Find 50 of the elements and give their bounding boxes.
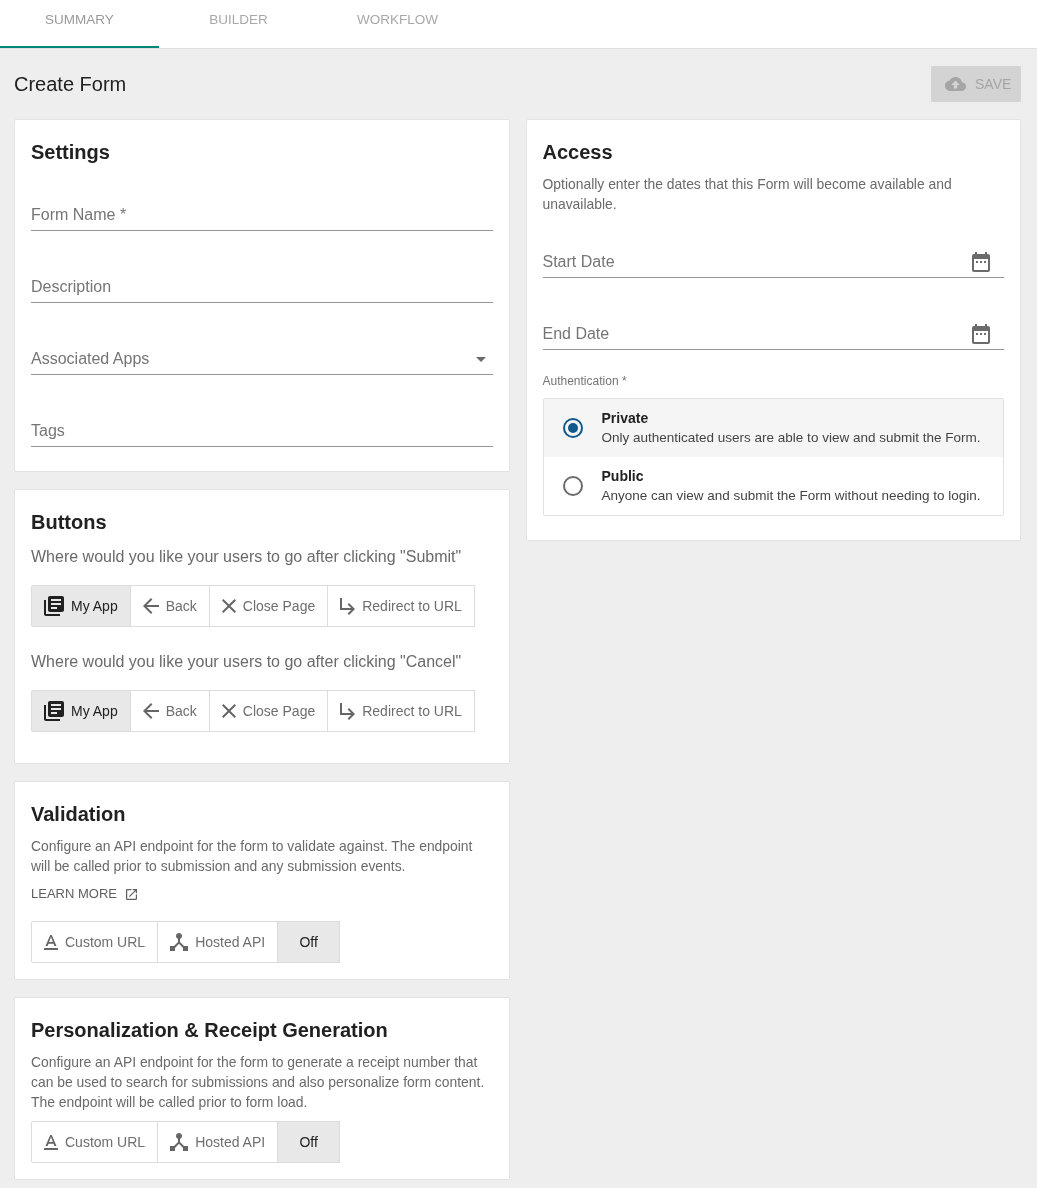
section-description: Optionally enter the dates that this Form will become available and unavailable. xyxy=(542,175,953,214)
prompt-text: Where would you like your users to go after clicking "Submit" xyxy=(31,547,463,567)
section-title: Settings xyxy=(31,140,111,165)
dropdown-caret-icon xyxy=(475,356,486,362)
field-label: Authentication * xyxy=(542,373,628,389)
toggle-button[interactable]: My App xyxy=(31,690,131,732)
text-format-icon xyxy=(44,1134,58,1150)
toggle-button[interactable]: Close Page xyxy=(209,585,329,627)
tab[interactable]: SUMMARY xyxy=(0,0,159,48)
text-field[interactable]: Description xyxy=(31,271,493,303)
toggle-button[interactable]: Back xyxy=(130,585,210,627)
library-books-icon xyxy=(44,596,64,616)
hub-icon xyxy=(170,933,189,951)
text-field[interactable]: Tags xyxy=(31,415,493,447)
corner-arrow-icon xyxy=(340,702,356,720)
text-field[interactable]: Form Name * xyxy=(31,199,493,231)
library-books-icon xyxy=(44,701,64,721)
learn-more-link[interactable]: LEARN MORE xyxy=(31,884,137,904)
toggle-button[interactable]: Off xyxy=(278,921,341,963)
text-format-icon xyxy=(44,934,58,950)
external-link-icon xyxy=(125,888,137,900)
toggle-button[interactable]: Back xyxy=(130,690,210,732)
corner-arrow-icon xyxy=(340,597,356,615)
radio-option[interactable]: Private Only authenticated users are able to view and submit the Form. xyxy=(543,399,1003,457)
page-title: Create Form xyxy=(14,72,127,97)
section-title: Access xyxy=(542,140,614,165)
arrow-left-icon xyxy=(142,598,159,614)
prompt-text: Where would you like your users to go after clicking "Cancel" xyxy=(31,652,463,672)
close-icon xyxy=(221,599,236,613)
section-title: Buttons xyxy=(31,510,108,535)
calendar-icon xyxy=(972,252,990,272)
section-description: Configure an API endpoint for the form to validate against. The endpoint will be called prior to submission and any submission events. xyxy=(31,837,474,876)
calendar-icon xyxy=(972,324,990,344)
section-title: Validation xyxy=(31,802,127,827)
section-title: Personalization & Receipt Generation xyxy=(31,1018,389,1043)
section-description: Configure an API endpoint for the form to generate a receipt number that can be used to search for submissions and also personalize form content. The endpoint will be called prior to form load. xyxy=(31,1053,486,1112)
toggle-button[interactable]: Redirect to URL xyxy=(328,690,475,732)
close-icon xyxy=(221,704,236,718)
arrow-left-icon xyxy=(142,703,159,719)
toggle-button[interactable]: Hosted API xyxy=(158,921,279,963)
cloud-upload-icon xyxy=(945,77,966,91)
toggle-button[interactable]: Redirect to URL xyxy=(328,585,475,627)
toggle-button[interactable]: My App xyxy=(31,585,131,627)
toggle-button[interactable]: Hosted API xyxy=(158,1121,279,1163)
toggle-button[interactable]: Close Page xyxy=(209,690,329,732)
hub-icon xyxy=(170,1133,189,1151)
toggle-button[interactable]: Off xyxy=(278,1121,341,1163)
select-field[interactable]: Associated Apps xyxy=(31,343,493,375)
toggle-button[interactable]: Custom URL xyxy=(31,921,159,963)
toggle-button[interactable]: Custom URL xyxy=(31,1121,159,1163)
